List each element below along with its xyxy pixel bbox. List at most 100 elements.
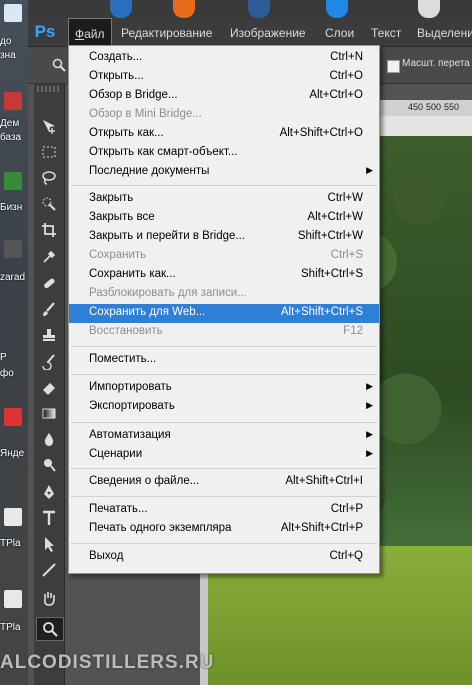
- menu-item-11[interactable]: Сохранить как... Shift+Ctrl+S: [69, 266, 379, 285]
- menu-item-5[interactable]: Открыть как смарт-объект...: [69, 144, 379, 163]
- ruler-tick: 450: [408, 102, 424, 112]
- stamp-icon: [43, 329, 55, 341]
- tool-button-gradient[interactable]: [36, 402, 62, 424]
- desktop-shortcut-icon[interactable]: [110, 0, 132, 18]
- menu-item-label: Закрыть и перейти в Bridge...: [89, 230, 245, 242]
- submenu-arrow-icon: ▶: [366, 400, 373, 410]
- menu-item-shortcut: Alt+Ctrl+W: [307, 211, 363, 223]
- tool-button-eraser[interactable]: [36, 376, 62, 398]
- menu-item-9[interactable]: Закрыть и перейти в Bridge... Shift+Ctrl+…: [69, 228, 379, 247]
- eyedropper-icon: [43, 250, 56, 263]
- desktop-label: Р: [0, 352, 7, 363]
- zoom-icon[interactable]: [52, 58, 66, 72]
- desktop-shortcut-icon[interactable]: [418, 0, 440, 18]
- tool-button-line[interactable]: [36, 559, 62, 581]
- desktop-label: zarad: [0, 272, 26, 283]
- menu-item-label: Поместить...: [89, 353, 157, 365]
- menu-select[interactable]: Выделени: [417, 18, 472, 46]
- desktop-shortcut-icon[interactable]: [4, 508, 22, 526]
- menu-item-23[interactable]: Выход Ctrl+Q: [69, 548, 379, 567]
- tool-button-marquee[interactable]: [36, 141, 62, 163]
- menu-item-19[interactable]: Сценарии ▶: [69, 446, 379, 465]
- tool-button-lasso[interactable]: [36, 167, 62, 189]
- menu-item-0[interactable]: Создать... Ctrl+N: [69, 49, 379, 68]
- tool-button-healing[interactable]: [36, 272, 62, 294]
- menu-text[interactable]: Текст: [371, 18, 401, 46]
- blur-icon: [44, 433, 54, 446]
- tool-button-hand[interactable]: [36, 587, 62, 609]
- menu-file[interactable]: Файл: [68, 18, 112, 47]
- desktop-shortcut-icon[interactable]: [4, 172, 22, 190]
- menu-item-shortcut: Ctrl+N: [330, 51, 363, 63]
- hand-icon: [44, 592, 55, 606]
- menu-item-shortcut: Alt+Ctrl+O: [309, 89, 363, 101]
- menu-item-shortcut: Alt+Shift+Ctrl+I: [285, 475, 363, 487]
- ruler-tick: 550: [444, 102, 460, 112]
- tool-button-dodge[interactable]: [36, 454, 62, 476]
- tool-button-stamp[interactable]: [36, 324, 62, 346]
- tool-button-zoom[interactable]: [36, 617, 64, 641]
- menu-item-10: Сохранить Ctrl+S: [69, 247, 379, 266]
- menu-item-label: Восстановить: [89, 325, 163, 337]
- menu-item-label: Открыть как...: [89, 127, 164, 139]
- menu-item-18[interactable]: Автоматизация ▶: [69, 427, 379, 446]
- menu-layers[interactable]: Слои: [325, 18, 354, 46]
- menu-item-label: Последние документы: [89, 165, 210, 177]
- menu-item-2[interactable]: Обзор в Bridge... Alt+Ctrl+O: [69, 87, 379, 106]
- menu-item-1[interactable]: Открыть... Ctrl+O: [69, 68, 379, 87]
- menu-item-20[interactable]: Сведения о файле... Alt+Shift+Ctrl+I: [69, 473, 379, 492]
- desktop-shortcut-icon[interactable]: [4, 4, 22, 22]
- tool-button-history-brush[interactable]: [36, 350, 62, 372]
- toolbar-grip[interactable]: [37, 86, 61, 92]
- menu-item-17[interactable]: Экспортировать ▶: [69, 398, 379, 417]
- menu-item-15[interactable]: Поместить...: [69, 351, 379, 370]
- firefox-icon[interactable]: [173, 0, 195, 18]
- menu-edit[interactable]: Редактирование: [121, 18, 212, 46]
- menu-item-label: Обзор в Bridge...: [89, 89, 178, 101]
- tool-button-path-select[interactable]: [36, 533, 62, 555]
- menu-item-7[interactable]: Закрыть Ctrl+W: [69, 190, 379, 209]
- menu-item-13[interactable]: Сохранить для Web... Alt+Shift+Ctrl+S: [69, 304, 379, 323]
- resize-windows-checkbox[interactable]: [387, 60, 400, 73]
- menu-item-8[interactable]: Закрыть все Alt+Ctrl+W: [69, 209, 379, 228]
- menu-item-21[interactable]: Печатать... Ctrl+P: [69, 501, 379, 520]
- file-menu-dropdown: Создать... Ctrl+N Открыть... Ctrl+O Обзор в …: [68, 45, 380, 574]
- desktop-shortcut-icon[interactable]: [248, 0, 270, 18]
- menu-item-16[interactable]: Импортировать ▶: [69, 379, 379, 398]
- type-icon: [43, 510, 55, 525]
- desktop-shortcut-icon[interactable]: [4, 92, 22, 110]
- watermark-text: ALCODISTILLERS.RU: [0, 652, 215, 673]
- brush-icon: [43, 302, 55, 316]
- tool-button-eyedropper[interactable]: [36, 245, 62, 267]
- path-select-icon: [45, 537, 54, 552]
- tool-button-brush[interactable]: [36, 298, 62, 320]
- tool-button-crop[interactable]: [36, 219, 62, 241]
- menu-image[interactable]: Изображение: [230, 18, 306, 46]
- menu-item-label: Сведения о файле...: [89, 475, 200, 487]
- desktop-label: Бизн: [0, 202, 23, 213]
- menu-item-shortcut: F12: [343, 325, 363, 337]
- menu-item-4[interactable]: Открыть как... Alt+Shift+Ctrl+O: [69, 125, 379, 144]
- pen-icon: [44, 485, 54, 499]
- tool-button-type[interactable]: [36, 507, 62, 529]
- desktop-shortcut-icon[interactable]: [326, 0, 348, 18]
- tool-button-pen[interactable]: [36, 481, 62, 503]
- menu-item-shortcut: Alt+Shift+Ctrl+S: [280, 306, 363, 318]
- menu-file-mnemonic: Ф: [75, 27, 85, 41]
- tool-button-quick-select[interactable]: [36, 193, 62, 215]
- tool-button-move[interactable]: [36, 115, 62, 137]
- menu-item-label: Автоматизация: [89, 429, 171, 441]
- desktop-shortcut-icon[interactable]: [4, 240, 22, 258]
- menu-item-label: Выход: [89, 550, 124, 562]
- menu-item-label: Закрыть все: [89, 211, 155, 223]
- move-icon: [43, 120, 55, 134]
- desktop-shortcut-icon[interactable]: [4, 590, 22, 608]
- menu-item-label: Сохранить как...: [89, 268, 176, 280]
- desktop-shortcut-icon[interactable]: [4, 408, 22, 426]
- lasso-icon: [42, 171, 56, 185]
- menu-item-6[interactable]: Последние документы ▶: [69, 163, 379, 182]
- menu-separator: [71, 346, 377, 347]
- menu-item-22[interactable]: Печать одного экземпляра Alt+Shift+Ctrl+P: [69, 520, 379, 539]
- menu-item-shortcut: Ctrl+P: [330, 503, 363, 515]
- tool-button-blur[interactable]: [36, 428, 62, 450]
